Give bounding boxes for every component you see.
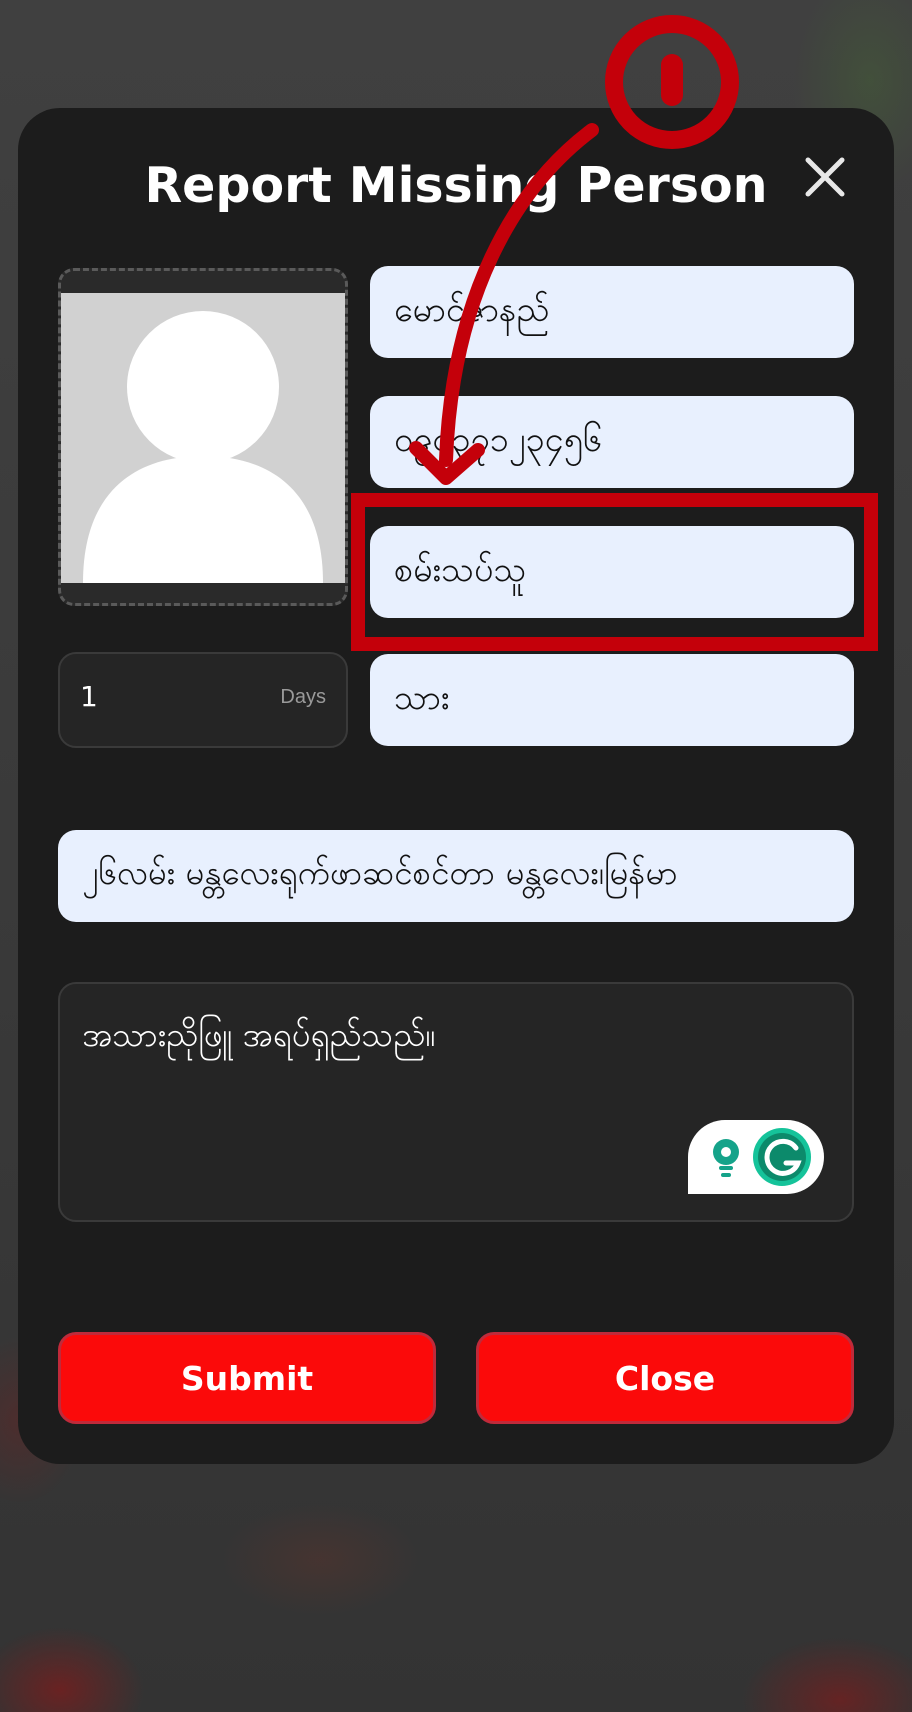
photo-upload[interactable] (58, 268, 348, 606)
avatar-placeholder-icon (61, 293, 345, 583)
address-field[interactable]: ၂၆လမ်း မန္တလေးရုက်ဖာဆင်စင်တာ မန္တလေး၊မြန… (58, 830, 854, 922)
submit-button[interactable]: Submit (58, 1332, 436, 1424)
days-input[interactable]: 1 Days (58, 652, 348, 748)
phone-field[interactable]: ၀၉၄၃၇၁၂၃၄၅၆ (370, 396, 854, 488)
status-field[interactable]: စမ်းသပ်သူ (370, 526, 854, 618)
name-field[interactable]: မောင်ဇာနည် (370, 266, 854, 358)
days-unit: Days (280, 686, 326, 708)
close-icon[interactable] (800, 152, 850, 202)
grammarly-g-icon (753, 1128, 811, 1186)
description-text: အသားညိုဖြူ အရပ်ရှည်သည်။ (82, 1015, 436, 1054)
lightbulb-icon (713, 1139, 739, 1177)
grammarly-widget[interactable] (688, 1120, 824, 1194)
close-button[interactable]: Close (476, 1332, 854, 1424)
relation-field[interactable]: သား (370, 654, 854, 746)
days-value: 1 (80, 680, 98, 713)
modal-title: Report Missing Person (144, 157, 768, 214)
